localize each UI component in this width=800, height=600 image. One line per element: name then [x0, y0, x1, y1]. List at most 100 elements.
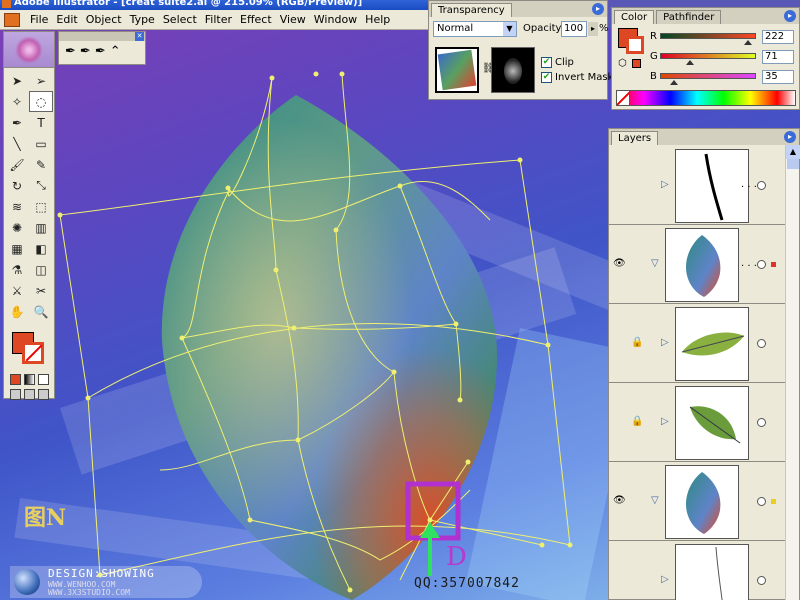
menu-filter[interactable]: Filter	[201, 13, 236, 26]
rectangle-icon[interactable]: ▭	[29, 133, 53, 154]
zoom-icon[interactable]: 🔍	[29, 301, 53, 322]
mesh-icon[interactable]: ▦	[5, 238, 29, 259]
layer-row[interactable]: 🔒 ▷	[609, 384, 787, 462]
blue-slider[interactable]	[660, 73, 756, 79]
direct-selection-icon[interactable]: ➢	[29, 70, 53, 91]
color-mode-button[interactable]	[9, 374, 21, 385]
warp-icon[interactable]: ≋	[5, 196, 29, 217]
tab-layers[interactable]: Layers	[611, 131, 659, 145]
layer-row[interactable]: ▷ . . .	[609, 147, 787, 225]
type-icon[interactable]: T	[29, 112, 53, 133]
magic-wand-icon[interactable]: ✧	[5, 91, 29, 112]
invert-mask-checkbox[interactable]: ✔	[541, 72, 552, 83]
rotate-icon[interactable]: ↻	[5, 175, 29, 196]
blend-icon[interactable]: ◫	[29, 259, 53, 280]
gamut-swatch[interactable]	[632, 59, 641, 68]
collapse-triangle-icon[interactable]: ▷	[661, 574, 669, 585]
blue-slider-handle[interactable]	[670, 80, 678, 85]
scroll-up-icon[interactable]: ▲	[786, 145, 800, 159]
none-mode-button[interactable]	[37, 374, 49, 385]
panel-menu-icon[interactable]: ▸	[592, 3, 604, 15]
eye-icon[interactable]: 👁	[613, 258, 626, 269]
free-transform-icon[interactable]: ⬚	[29, 196, 53, 217]
symbol-sprayer-icon[interactable]: ✺	[5, 217, 29, 238]
menu-edit[interactable]: Edit	[52, 13, 81, 26]
standard-screen-mode-button[interactable]	[9, 389, 21, 400]
mask-thumbnail[interactable]	[491, 47, 535, 93]
window-titlebar[interactable]: Adobe Illustrator - [creat suite2.ai @ 2…	[0, 0, 430, 10]
opacity-slider-button[interactable]: ▸	[588, 22, 598, 36]
flyout-header[interactable]: ✕	[59, 32, 145, 41]
line-icon[interactable]: ╲	[5, 133, 29, 154]
expand-triangle-icon[interactable]: ▽	[651, 258, 659, 269]
menu-help[interactable]: Help	[361, 13, 394, 26]
green-slider[interactable]	[660, 53, 756, 59]
layer-row[interactable]: 🔒 ▷	[609, 305, 787, 383]
menu-view[interactable]: View	[276, 13, 310, 26]
blue-value-field[interactable]: 35	[762, 70, 794, 84]
lock-icon[interactable]: 🔒	[631, 337, 643, 348]
target-circle-icon[interactable]	[757, 576, 766, 585]
out-of-gamut-cube-icon[interactable]: ⬡	[618, 58, 627, 69]
gradient-icon[interactable]: ◧	[29, 238, 53, 259]
lock-icon[interactable]: 🔒	[631, 416, 643, 427]
full-screen-menu-mode-button[interactable]	[23, 389, 35, 400]
clip-checkbox[interactable]: ✔	[541, 57, 552, 68]
eyedropper-icon[interactable]: ⚗	[5, 259, 29, 280]
slice-icon[interactable]: ⚔	[5, 280, 29, 301]
gradient-mode-button[interactable]	[23, 374, 35, 385]
collapse-triangle-icon[interactable]: ▷	[661, 179, 669, 190]
menu-object[interactable]: Object	[82, 13, 126, 26]
hand-icon[interactable]: ✋	[5, 301, 29, 322]
pen-icon[interactable]: ✒	[5, 112, 29, 133]
scale-icon[interactable]: ⤡	[29, 175, 53, 196]
collapse-triangle-icon[interactable]: ▷	[661, 337, 669, 348]
menu-type[interactable]: Type	[126, 13, 159, 26]
none-swatch[interactable]	[616, 90, 630, 106]
blend-mode-select[interactable]: Normal ▼	[433, 21, 517, 37]
delete-anchor-icon[interactable]: ✒	[95, 44, 106, 59]
target-circle-icon[interactable]	[757, 339, 766, 348]
layers-scrollbar[interactable]: ▲	[785, 145, 800, 600]
stroke-swatch[interactable]	[22, 342, 44, 364]
green-slider-handle[interactable]	[686, 60, 694, 65]
menu-select[interactable]: Select	[159, 13, 201, 26]
selection-indicator[interactable]	[771, 262, 776, 267]
scissors-icon[interactable]: ✂	[29, 280, 53, 301]
color-spectrum-bar[interactable]	[616, 90, 796, 106]
opacity-field[interactable]: 100	[561, 21, 587, 37]
add-anchor-icon[interactable]: ✒	[80, 44, 91, 59]
color-stroke-swatch[interactable]	[626, 36, 644, 54]
pencil-icon[interactable]: ✎	[29, 154, 53, 175]
panel-menu-icon[interactable]: ▸	[784, 131, 796, 143]
menu-window[interactable]: Window	[310, 13, 361, 26]
layer-row[interactable]: 👁 ▽ . . .	[609, 226, 787, 304]
expand-triangle-icon[interactable]: ▽	[651, 495, 659, 506]
green-value-field[interactable]: 71	[762, 50, 794, 64]
red-value-field[interactable]: 222	[762, 30, 794, 44]
selection-indicator[interactable]	[771, 499, 776, 504]
target-circle-icon[interactable]	[757, 497, 766, 506]
column-graph-icon[interactable]: ▥	[29, 217, 53, 238]
menu-file[interactable]: File	[26, 13, 52, 26]
artwork-thumbnail[interactable]	[435, 47, 479, 93]
toolbox-logo[interactable]	[4, 32, 54, 68]
red-slider[interactable]	[660, 33, 756, 39]
document-menu-icon[interactable]	[4, 12, 20, 27]
close-icon[interactable]: ✕	[135, 32, 144, 41]
menu-effect[interactable]: Effect	[236, 13, 276, 26]
eye-icon[interactable]: 👁	[613, 495, 626, 506]
tab-color[interactable]: Color	[614, 10, 655, 24]
scrollbar-thumb[interactable]	[787, 159, 799, 169]
full-screen-mode-button[interactable]	[37, 389, 49, 400]
target-circle-icon[interactable]	[757, 260, 766, 269]
selection-arrow-icon[interactable]: ➤	[5, 70, 29, 91]
convert-anchor-icon[interactable]: ⌃	[110, 44, 121, 59]
tab-pathfinder[interactable]: Pathfinder	[656, 10, 722, 24]
layer-row[interactable]: ▷	[609, 542, 787, 600]
red-slider-handle[interactable]	[744, 40, 752, 45]
target-circle-icon[interactable]	[757, 181, 766, 190]
target-circle-icon[interactable]	[757, 418, 766, 427]
pen-icon[interactable]: ✒	[65, 44, 76, 59]
collapse-triangle-icon[interactable]: ▷	[661, 416, 669, 427]
